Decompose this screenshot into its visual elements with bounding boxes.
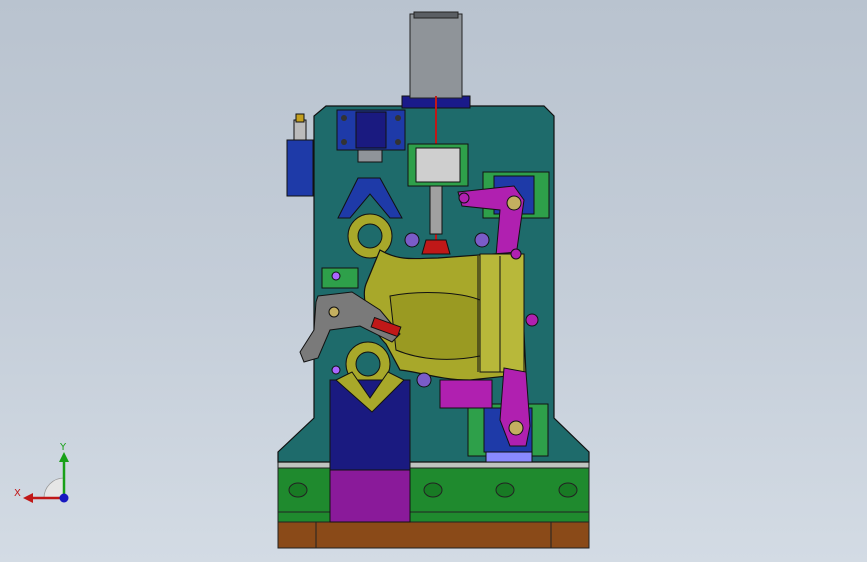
y-axis-label: Y [59,442,67,453]
coordinate-triad: Y X [14,442,69,503]
y-axis-arrow [59,452,69,462]
x-axis-label: X [14,488,21,499]
base-assembly [277,461,590,549]
rail-bolt [558,482,578,498]
base-brown-bottom [277,521,590,549]
x-axis-arrow [23,493,33,503]
rail-bolt [423,482,443,498]
z-axis-dot [59,493,69,503]
cad-viewport[interactable] [0,0,867,562]
left-cylinder [286,113,314,197]
lower-support-block [329,371,411,523]
rail-bolt [495,482,515,498]
rail-bolt [288,482,308,498]
